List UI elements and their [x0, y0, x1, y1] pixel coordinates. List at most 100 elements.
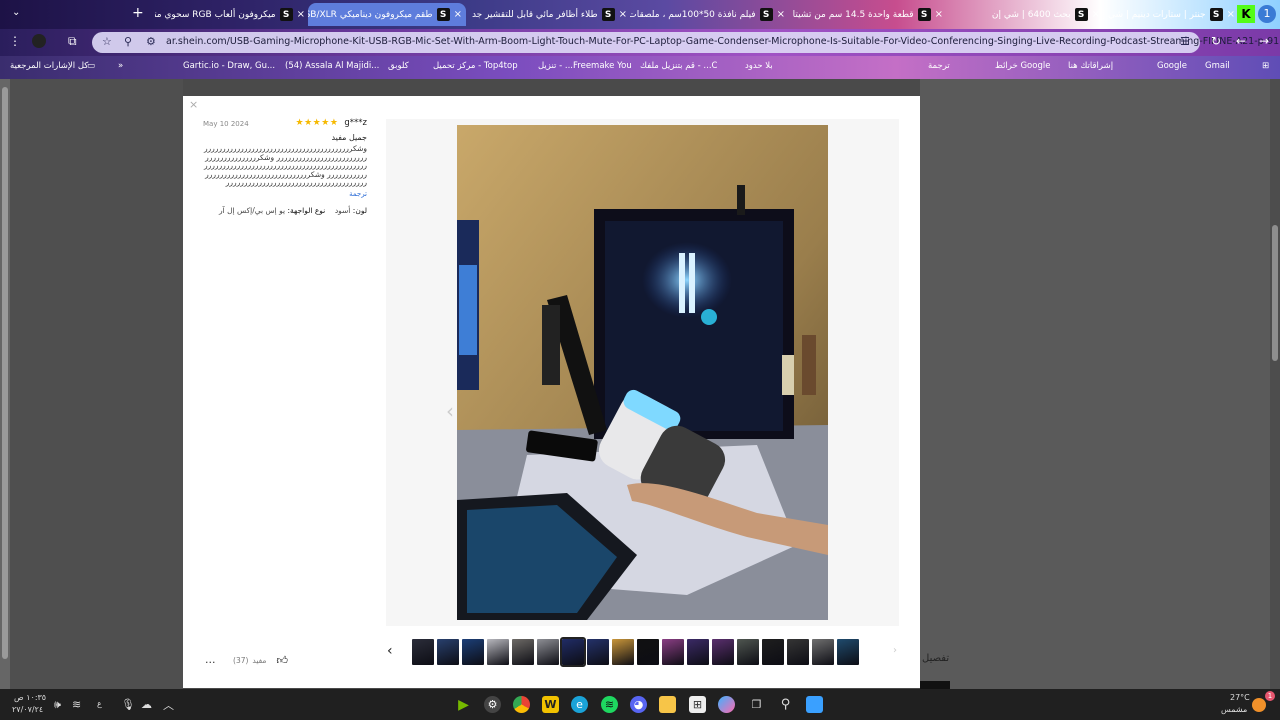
- thumbnail-image[interactable]: [462, 639, 484, 665]
- more-options-icon[interactable]: ···: [205, 656, 216, 669]
- discord-icon[interactable]: ◕: [630, 696, 647, 713]
- wifi-icon[interactable]: ≋: [72, 698, 81, 711]
- tab-6[interactable]: × S ميكروفون ألعاب RGB سحوي متد: [155, 3, 305, 26]
- thumbnail-image[interactable]: [412, 639, 434, 665]
- left-scrollbar[interactable]: [0, 79, 10, 689]
- thumbs-prev-icon[interactable]: ‹: [387, 643, 393, 659]
- bookmark-youtube-assala[interactable]: (54) Assala Al Majidi...: [285, 61, 379, 71]
- bookmark-upload[interactable]: C... - قم بتنزيل ملفك: [640, 61, 717, 71]
- copilot-icon[interactable]: [718, 696, 735, 713]
- menu-icon[interactable]: ⋮: [9, 34, 21, 48]
- thumbnail-image[interactable]: [687, 639, 709, 665]
- bookmark-maps[interactable]: Google خرائط: [995, 61, 1050, 71]
- back-icon[interactable]: ←: [1236, 34, 1246, 48]
- bookmark-gmail[interactable]: Gmail: [1205, 61, 1230, 71]
- review-panel: g***z ★★★★★ May 10 2024 جميل مفيد وشكررر…: [203, 118, 367, 215]
- weather-temp: 27°C: [1230, 693, 1250, 702]
- language-icon[interactable]: ع: [97, 699, 102, 708]
- tab-3[interactable]: × S فيلم نافذة 50*100سم ، ملصقات: [630, 3, 785, 26]
- tray-chevron-icon[interactable]: ︿: [163, 697, 174, 713]
- close-icon[interactable]: ×: [189, 98, 198, 111]
- background-page-left: [10, 79, 183, 689]
- thumbnail-image[interactable]: [560, 637, 586, 667]
- search-icon[interactable]: ⚲: [777, 696, 794, 713]
- tune-icon[interactable]: ☰: [1180, 35, 1190, 48]
- edge-icon[interactable]: e: [571, 696, 588, 713]
- close-tab-icon[interactable]: ×: [454, 9, 462, 20]
- close-tab-icon[interactable]: ×: [297, 9, 305, 20]
- bookmark-gartic[interactable]: Gartic.io - Draw, Gu...: [183, 61, 275, 71]
- thumbnail-image[interactable]: [737, 639, 759, 665]
- reload-icon[interactable]: ↻: [1211, 34, 1221, 48]
- tab-search-icon[interactable]: ⌄: [12, 7, 20, 18]
- tab-4[interactable]: × S طلاء أظافر مائي قابل للتقشير جد: [472, 3, 627, 26]
- cloud-icon[interactable]: ☁: [141, 698, 152, 711]
- chrome-icon[interactable]: [513, 696, 530, 713]
- bookmark-all[interactable]: كل الإشارات المرجعية: [10, 61, 88, 71]
- thumbnail-image[interactable]: [612, 639, 634, 665]
- bookmarks-overflow-icon[interactable]: «: [118, 61, 123, 71]
- zoom-icon[interactable]: ⚲: [124, 35, 132, 48]
- thumbnail-image[interactable]: [837, 639, 859, 665]
- thumbnail-image[interactable]: [437, 639, 459, 665]
- spotify-icon[interactable]: ≋: [601, 696, 618, 713]
- bookmark-translate[interactable]: ترجمة: [928, 61, 950, 71]
- tab-0[interactable]: × S جنتر | ستارات دينيم | شي إن الشرق: [1103, 3, 1235, 26]
- volume-icon[interactable]: 🕪︎: [54, 698, 61, 712]
- task-view-icon[interactable]: ❐: [748, 696, 765, 713]
- store-icon[interactable]: ⊞: [689, 696, 706, 713]
- notification-icon[interactable]: 1: [1265, 691, 1275, 701]
- bookmark-here[interactable]: إشراقاتك هنا: [1068, 61, 1113, 71]
- omnibox[interactable]: ☆ ⚲ ⚙ ar.shein.com/USB-Gaming-Microphone…: [92, 32, 1280, 53]
- thumbnail-image[interactable]: [587, 639, 609, 665]
- weather-sun-icon[interactable]: [1252, 698, 1266, 712]
- color-value: أسود: [334, 205, 351, 215]
- review-image-modal: × g***z ★★★★★ May 10 2024 جميل مفيد وشكر…: [183, 96, 920, 688]
- tab-2[interactable]: × S قطعة واحدة 14.5 سم من تشيتا: [788, 3, 943, 26]
- thumbnail-image[interactable]: [762, 639, 784, 665]
- tab-1[interactable]: × S بحث 6400 | شي إن: [945, 3, 1100, 26]
- kick-icon[interactable]: K: [1237, 5, 1255, 23]
- thumbnail-image[interactable]: [637, 639, 659, 665]
- new-tab-button[interactable]: +: [132, 5, 144, 21]
- bookmark-star-icon[interactable]: ☆: [102, 35, 112, 48]
- close-tab-icon[interactable]: ×: [619, 9, 627, 20]
- extensions-puzzle-icon[interactable]: ⧉: [68, 34, 77, 49]
- thumbnail-image[interactable]: [662, 639, 684, 665]
- apps-grid-icon[interactable]: ⊞: [1262, 61, 1269, 71]
- close-tab-icon[interactable]: ×: [777, 9, 785, 20]
- translate-link[interactable]: ترجمة: [203, 190, 367, 198]
- helpful-label: مفيد: [252, 656, 267, 665]
- photo-prev-icon[interactable]: ‹: [446, 399, 454, 423]
- close-tab-icon[interactable]: ×: [1092, 9, 1100, 20]
- extension-icon[interactable]: [32, 34, 46, 48]
- close-tab-icon[interactable]: ×: [935, 9, 943, 20]
- thumbnail-image[interactable]: [712, 639, 734, 665]
- close-tab-icon[interactable]: ×: [1227, 9, 1235, 20]
- nvidia-icon[interactable]: ▶: [455, 696, 472, 713]
- bookmark-freemake[interactable]: Freemake You... - تنزيل: [538, 61, 632, 71]
- forward-icon[interactable]: →: [1259, 34, 1269, 48]
- profile-icon[interactable]: 1: [1258, 5, 1276, 23]
- notes-icon[interactable]: W: [542, 696, 559, 713]
- thumbnail-image[interactable]: [787, 639, 809, 665]
- thumbnail-image[interactable]: [487, 639, 509, 665]
- thumbs-up-icon[interactable]: 👍︎: [276, 654, 288, 667]
- thumbs-next-icon[interactable]: ›: [893, 645, 897, 656]
- bookmark-top4top[interactable]: Top4top - مركز تحميل: [433, 61, 518, 71]
- rating-stars: ★★★★★: [295, 118, 339, 128]
- thumbnail-image[interactable]: [812, 639, 834, 665]
- start-icon[interactable]: [806, 696, 823, 713]
- site-info-icon[interactable]: ⚙: [146, 35, 156, 48]
- bookmark-unlimited[interactable]: بلا حدود: [745, 61, 773, 71]
- bookmark-3[interactable]: كلوبق: [388, 61, 409, 71]
- thumbnail-image[interactable]: [537, 639, 559, 665]
- helpful-button[interactable]: مفيد (37): [233, 656, 266, 665]
- right-scrollbar[interactable]: [1270, 79, 1280, 689]
- steam-icon[interactable]: ⚙: [484, 696, 501, 713]
- thumbnail-image[interactable]: [512, 639, 534, 665]
- bookmark-google[interactable]: Google: [1157, 61, 1187, 71]
- file-explorer-icon[interactable]: [659, 696, 676, 713]
- mic-icon[interactable]: 🎙︎: [121, 698, 135, 711]
- tab-5-active[interactable]: × S طقم ميكروفون ديناميكي USB/XLR: [308, 3, 466, 26]
